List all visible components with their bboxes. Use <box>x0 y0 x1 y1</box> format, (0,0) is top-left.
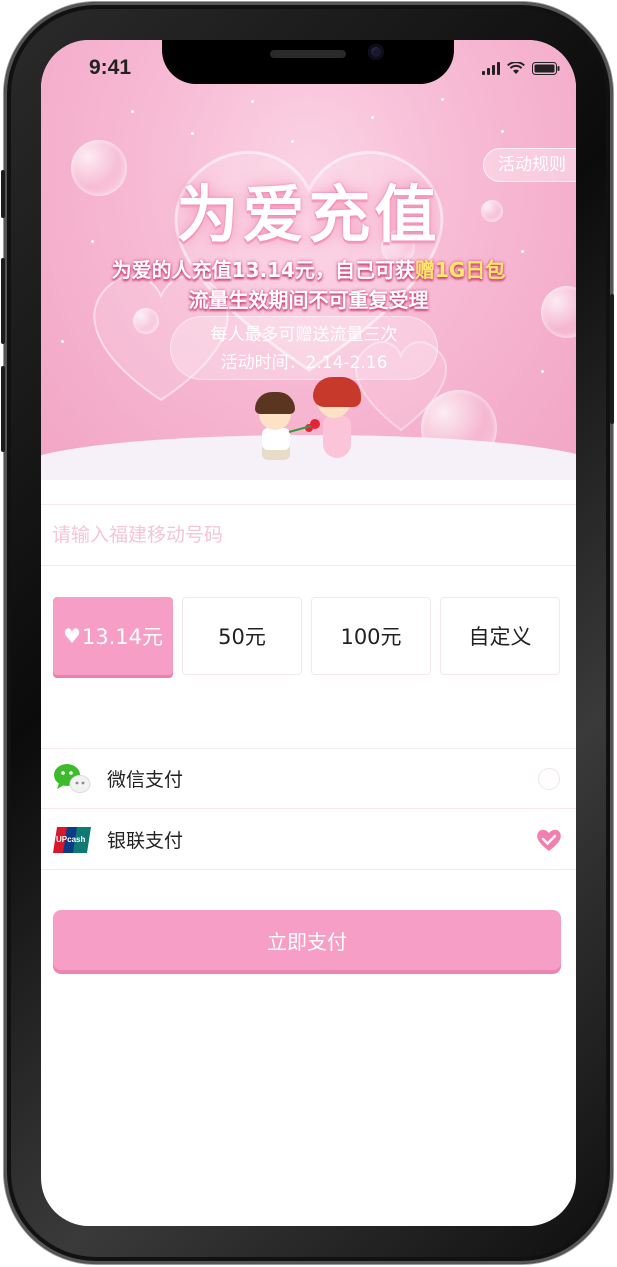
status-icons <box>482 62 560 75</box>
amount-label: 13.14元 <box>81 625 164 649</box>
flower-icon <box>288 419 320 433</box>
silent-switch <box>1 170 5 218</box>
activity-info-pill: 每人最多可赠送流量三次 活动时间：2.14-2.16 <box>170 316 438 380</box>
amount-label: 50元 <box>218 625 266 649</box>
sparkle <box>371 116 374 119</box>
status-time: 9:41 <box>89 56 132 79</box>
sparkle <box>131 110 134 113</box>
svg-text:UPcash: UPcash <box>56 835 85 844</box>
girl-body <box>323 416 351 458</box>
amount-label: 100元 <box>340 625 402 649</box>
amount-option-100[interactable]: 100元 <box>311 597 431 675</box>
unionpay-icon: UPcash <box>53 826 91 853</box>
earpiece-speaker <box>270 50 346 58</box>
payment-label: 银联支付 <box>107 830 184 852</box>
sparkle <box>191 132 194 135</box>
amount-option-50[interactable]: 50元 <box>182 597 302 675</box>
volume-down-button <box>1 366 5 452</box>
banner-notice-line: 流量生效期间不可重复受理 <box>188 288 429 312</box>
amount-option-custom[interactable]: 自定义 <box>440 597 560 675</box>
banner-promo-text: 为爱的人充值13.14元，自己可获 <box>111 258 415 282</box>
banner-promo-line: 为爱的人充值13.14元，自己可获赠1G日包 <box>41 254 576 283</box>
wechat-icon <box>54 763 91 793</box>
sparkle <box>61 340 64 343</box>
payment-option-unionpay[interactable]: UPcash 银联支付 <box>41 810 576 870</box>
phone-notch <box>162 40 454 84</box>
activity-time-text: 活动时间：2.14-2.16 <box>220 353 388 373</box>
snow-ground <box>41 435 576 480</box>
sparkle <box>541 370 544 373</box>
sparkle <box>251 100 254 103</box>
amount-option-1314[interactable]: ♥ 13.14元 <box>53 597 173 675</box>
volume-up-button <box>1 258 5 344</box>
amount-label: 自定义 <box>468 625 532 649</box>
payment-option-wechat[interactable]: 微信支付 <box>41 749 576 809</box>
heart-check-icon[interactable] <box>536 828 562 852</box>
amount-options: ♥ 13.14元 50元 100元 自定义 <box>53 597 560 675</box>
front-camera-icon <box>368 44 384 60</box>
sparkle <box>291 140 294 143</box>
cellular-signal-icon <box>482 62 500 75</box>
phone-number-row <box>41 504 576 566</box>
battery-icon <box>532 62 560 75</box>
banner-promo-highlight: 赠1G日包 <box>414 258 506 282</box>
power-button <box>610 294 614 424</box>
sparkle <box>441 98 444 101</box>
banner-title: 为爱充值 <box>176 178 441 251</box>
pay-now-button[interactable]: 立即支付 <box>53 910 561 970</box>
payment-radio-unchecked[interactable] <box>538 767 560 790</box>
gift-limit-text: 每人最多可赠送流量三次 <box>210 325 398 345</box>
heart-icon: ♥ <box>62 624 81 648</box>
screen: 活动规则 为爱充值 为爱的人充值13.14元，自己可获赠1G日包 流量生效期间不… <box>41 40 576 1226</box>
phone-number-input[interactable] <box>41 505 576 565</box>
boy-hair <box>255 392 295 414</box>
girl-hair <box>313 377 361 407</box>
wifi-icon <box>507 62 525 74</box>
payment-label: 微信支付 <box>107 769 184 791</box>
sparkle <box>501 130 504 133</box>
promo-banner: 活动规则 为爱充值 为爱的人充值13.14元，自己可获赠1G日包 流量生效期间不… <box>41 40 576 480</box>
